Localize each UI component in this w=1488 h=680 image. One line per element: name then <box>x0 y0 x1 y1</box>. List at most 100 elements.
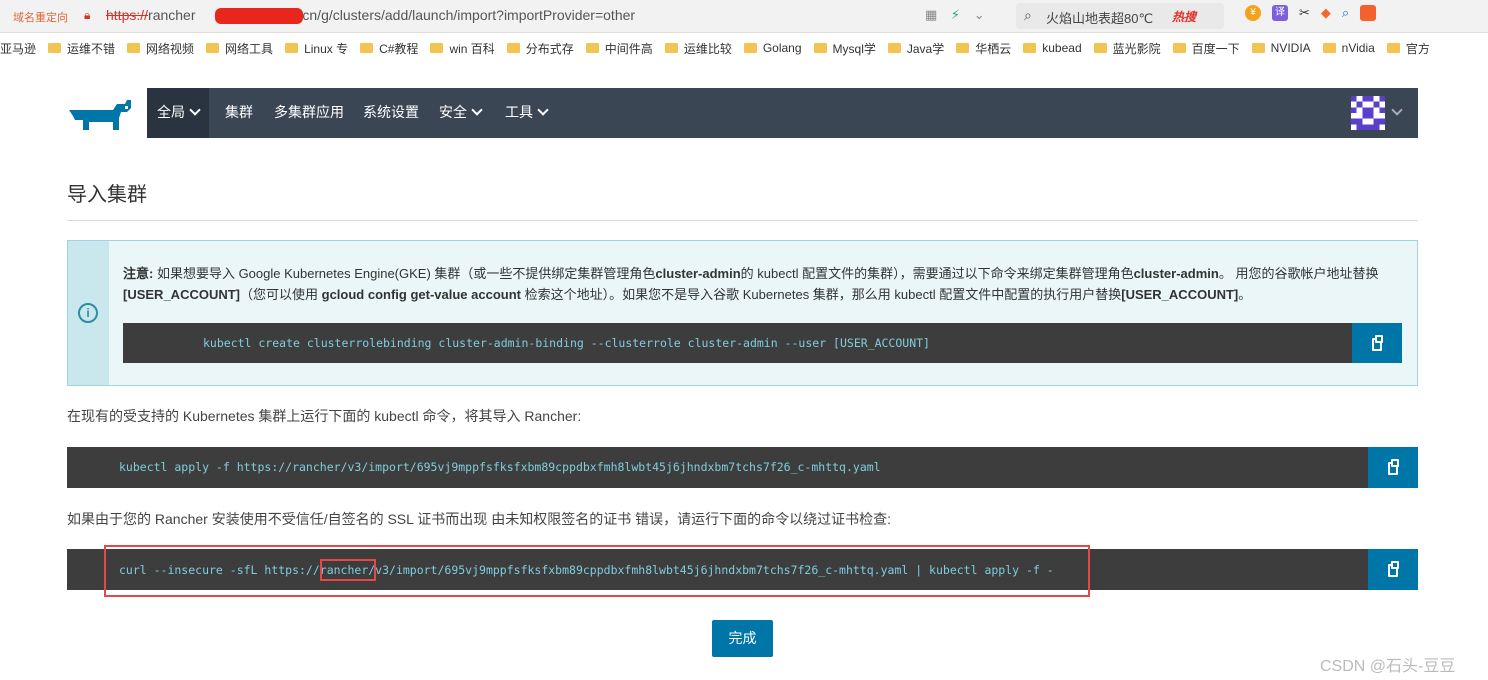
search-icon: ⌕ <box>1024 7 1032 23</box>
bookmark-item[interactable]: 网络视频 <box>127 40 194 57</box>
bookmark-label: Mysql学 <box>832 41 876 56</box>
lightning-icon[interactable]: ⚡︎ <box>951 7 960 22</box>
magnifier-icon[interactable]: ⌕ <box>1342 5 1349 21</box>
address-bar[interactable]: https://rancher .cn/g/clusters/add/launch… <box>106 7 635 23</box>
folder-icon <box>285 43 299 53</box>
bookmark-item[interactable]: 蓝光影院 <box>1093 40 1161 57</box>
chevron-down-icon <box>537 104 549 116</box>
folder-icon <box>506 43 520 53</box>
browser-search-box[interactable]: ⌕ 火焰山地表超80℃ 热搜 <box>1016 3 1224 29</box>
import-command-block[interactable]: kubectl apply -f https://rancher/v3/impo… <box>67 447 1368 488</box>
nav-cluster[interactable]: 集群 <box>225 88 253 138</box>
folder-icon <box>1322 43 1336 53</box>
import-instructions: 在现有的受支持的 Kubernetes 集群上运行下面的 kubectl 命令，… <box>67 408 582 424</box>
folder-icon <box>956 43 970 53</box>
bookmark-label: kubead <box>1042 41 1082 55</box>
bookmark-label: 官方 <box>1405 41 1430 56</box>
import-command-text: kubectl apply -f https://rancher/v3/impo… <box>119 460 881 474</box>
folder-icon <box>664 43 678 53</box>
gamepad-icon[interactable]: ◆ <box>1321 5 1331 21</box>
bookmark-item[interactable]: Linux 专 <box>285 40 348 57</box>
bookmark-label: 网络工具 <box>225 41 274 56</box>
bookmark-item[interactable]: 百度一下 <box>1172 40 1240 57</box>
nav-global[interactable]: 全局 <box>147 88 209 138</box>
nav-tools[interactable]: 工具 <box>505 88 549 138</box>
bookmark-item[interactable]: 华栖云 <box>956 40 1011 57</box>
insecure-instructions: 如果由于您的 Rancher 安装使用不受信任/自签名的 SSL 证书而出现 由… <box>67 511 891 527</box>
bookmark-item[interactable]: C#教程 <box>360 40 418 57</box>
bookmark-item[interactable]: nVidia <box>1322 41 1375 55</box>
bookmark-item[interactable]: 官方 <box>1386 40 1430 57</box>
folder-icon <box>206 43 220 53</box>
copy-insecure-button[interactable] <box>1368 549 1418 590</box>
note-part: （您可以使用 <box>240 287 322 302</box>
bookmark-item[interactable]: Mysql学 <box>813 40 876 57</box>
bookmark-item[interactable]: 运维不错 <box>48 40 115 57</box>
bookmark-item[interactable]: NVIDIA <box>1251 41 1311 55</box>
chevron-down-icon <box>471 104 483 116</box>
bookmark-item[interactable]: 网络工具 <box>206 40 273 57</box>
address-bar-icons: ▦ ⚡︎ ⌄ <box>925 7 995 23</box>
user-avatar[interactable] <box>1350 96 1386 130</box>
bookmark-label: nVidia <box>1341 41 1375 55</box>
bookmark-item[interactable]: 分布式存 <box>506 40 574 57</box>
folder-icon <box>887 43 901 53</box>
bookmark-label: 亚马逊 <box>0 41 37 56</box>
bookmark-item[interactable]: win 百科 <box>430 40 495 57</box>
note-part: 的 kubectl 配置文件的集群），需要通过以下命令来绑定集群管理角色 <box>740 266 1134 281</box>
url-host: rancher <box>148 7 196 23</box>
folder-icon <box>1023 43 1037 53</box>
note-label: 注意: <box>123 266 154 281</box>
clipboard-icon <box>1388 459 1399 475</box>
note-bold: gcloud config get-value account <box>321 287 521 302</box>
main-nav: 全局 集群 多集群应用 系统设置 安全 工具 <box>147 88 1418 138</box>
folder-icon <box>813 43 827 53</box>
bookmark-item[interactable]: kubead <box>1023 41 1082 55</box>
nav-settings[interactable]: 系统设置 <box>363 88 419 138</box>
bookmark-item[interactable]: Golang <box>743 41 802 55</box>
folder-icon <box>1093 43 1107 53</box>
divider <box>67 220 1418 221</box>
bookmarks-bar: 亚马逊 运维不错 网络视频 网络工具 Linux 专 C#教程 win 百科 分布式存 中间件高… <box>0 37 1488 59</box>
copy-import-button[interactable] <box>1368 447 1418 488</box>
nav-global-label: 全局 <box>157 104 185 120</box>
bookmark-label: NVIDIA <box>1270 41 1311 55</box>
bookmark-label: 蓝光影院 <box>1112 41 1161 56</box>
note-bold: cluster-admin <box>1133 266 1219 281</box>
translate-icon[interactable]: 译 <box>1272 5 1288 21</box>
note-part: 如果想要导入 Google Kubernetes Engine(GKE) 集群（… <box>153 266 656 281</box>
nav-multi-cluster-apps[interactable]: 多集群应用 <box>274 88 344 138</box>
rancher-logo-icon[interactable] <box>67 96 135 132</box>
note-icon-strip: i <box>68 241 109 385</box>
annotation-outline <box>104 545 1090 597</box>
bookmark-label: Golang <box>762 41 802 55</box>
tv-icon[interactable] <box>1360 5 1377 21</box>
nav-security[interactable]: 安全 <box>439 88 483 138</box>
url-path: .cn/g/clusters/add/launch/import?importP… <box>298 7 636 23</box>
bookmark-label: Java学 <box>906 41 945 56</box>
done-button[interactable]: 完成 <box>712 620 773 657</box>
info-icon: i <box>78 303 98 323</box>
note-text: 注意: 如果想要导入 Google Kubernetes Engine(GKE)… <box>123 263 1403 305</box>
bookmark-item[interactable]: Java学 <box>887 40 945 57</box>
folder-icon <box>430 43 444 53</box>
bookmark-item[interactable]: 中间件高 <box>585 40 653 57</box>
bookmark-label: Linux 专 <box>304 41 349 56</box>
nav-tools-label: 工具 <box>505 104 533 120</box>
grid-icon[interactable]: ▦ <box>925 7 937 22</box>
note-bold: cluster-admin <box>655 266 741 281</box>
binding-command-block[interactable]: kubectl create clusterrolebinding cluste… <box>123 323 1353 363</box>
scissors-icon[interactable]: ✂︎ <box>1299 5 1310 21</box>
bookmark-item[interactable]: 亚马逊 <box>0 40 36 57</box>
folder-icon <box>743 43 757 53</box>
note-bold: [USER_ACCOUNT] <box>123 287 240 302</box>
chevron-down-icon[interactable]: ⌄ <box>974 7 985 22</box>
chevron-down-icon <box>189 104 201 116</box>
page-title: 导入集群 <box>67 184 147 206</box>
copy-binding-button[interactable] <box>1352 323 1402 363</box>
watermark: CSDN @石头-豆豆 <box>1320 658 1456 675</box>
yellow-extension-icon[interactable]: ¥ <box>1245 5 1261 21</box>
folder-icon <box>1251 43 1265 53</box>
insecure-lock-icon[interactable]: 🔒︎ <box>84 8 90 23</box>
bookmark-item[interactable]: 运维比较 <box>664 40 732 57</box>
